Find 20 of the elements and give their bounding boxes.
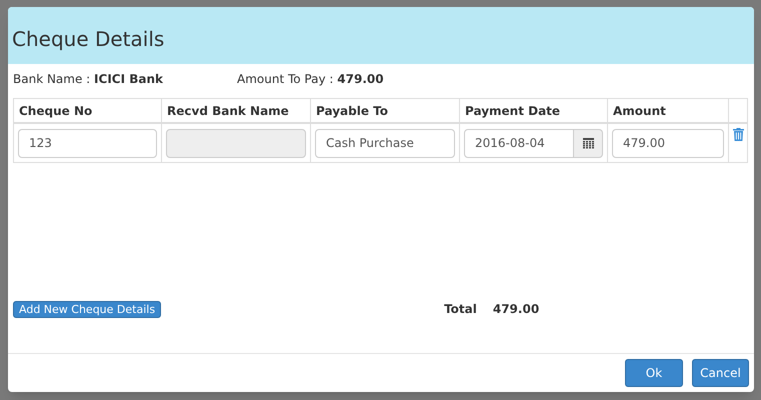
total-label: Total (444, 301, 477, 318)
trash-icon[interactable] (732, 128, 744, 141)
info-text: Amount To Pay : 479.00 (237, 70, 384, 88)
info-text: Bank Name : ICICI Bank (13, 70, 164, 88)
column-header: Amount (608, 99, 729, 122)
cancel-button[interactable]: Cancel (692, 359, 749, 387)
column-header: Payment Date (460, 99, 608, 122)
calendar-icon (582, 138, 594, 148)
payment-date-field[interactable]: 2016-08-04 (464, 128, 574, 158)
ok-button[interactable]: Ok (625, 359, 683, 387)
calendar-button[interactable] (574, 128, 603, 158)
total-value: 479.00 (492, 301, 540, 318)
add-cheque-button[interactable]: Add New Cheque Details (13, 300, 162, 318)
cheque-number-field[interactable]: 123 (18, 128, 157, 158)
column-header: Cheque No (14, 99, 162, 122)
column-header: Payable To (311, 99, 460, 122)
payable-to-field[interactable]: Cash Purchase (315, 128, 455, 158)
dialog-title: Cheque Details (12, 26, 164, 52)
column-header: Recvd Bank Name (162, 99, 311, 122)
amount-field[interactable]: 479.00 (612, 128, 724, 158)
